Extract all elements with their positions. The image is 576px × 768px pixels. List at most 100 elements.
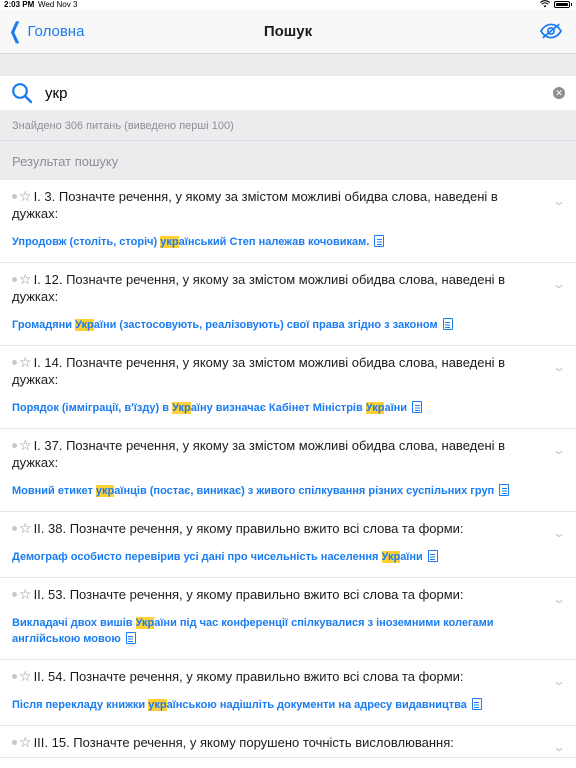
answer-text[interactable]: Упродовж (століть, сторіч) український С… [12, 234, 540, 250]
chevron-down-icon[interactable]: ⌄ [552, 194, 566, 208]
status-date: Wed Nov 3 [38, 0, 78, 9]
search-highlight: Укр [135, 617, 155, 629]
question-text: ☆ I. 12. Позначте речення, у якому за змі… [12, 271, 540, 305]
bullet-icon [12, 360, 17, 366]
list-item[interactable]: ☆ III. 15. Позначте речення, у якому пору… [0, 726, 576, 758]
search-bar: ✕ [0, 76, 576, 110]
chevron-down-icon[interactable]: ⌄ [552, 277, 566, 291]
results-count: Знайдено 306 питань (виведено перші 100) [0, 110, 576, 140]
question-text: ☆ II. 53. Позначте речення, у якому прави… [12, 586, 540, 603]
battery-tip [570, 2, 572, 6]
bullet-icon [12, 740, 17, 746]
answer-segment: аїни [384, 402, 408, 414]
search-area: ✕ Знайдено 306 питань (виведено перші 10… [0, 54, 576, 180]
question-label: II. 53. Позначте речення, у якому правил… [33, 587, 464, 602]
question-label: III. 15. Позначте речення, у якому поруш… [33, 735, 454, 750]
question-text: ☆ I. 3. Позначте речення, у якому за зміс… [12, 188, 540, 222]
star-icon[interactable]: ☆ [19, 437, 32, 453]
chevron-down-icon[interactable]: ⌄ [552, 360, 566, 374]
question-label: II. 38. Позначте речення, у якому правил… [33, 521, 464, 536]
document-icon[interactable] [499, 484, 510, 496]
answer-segment: аїну визначає Кабінет Міністрів [190, 402, 366, 414]
question-label: II. 54. Позначте речення, у якому правил… [33, 669, 464, 684]
search-highlight: укр [148, 699, 167, 711]
bullet-icon [12, 674, 17, 680]
status-bar: 2:03 PM Wed Nov 3 [0, 0, 576, 10]
question-text: ☆ I. 14. Позначте речення, у якому за змі… [12, 354, 540, 388]
list-item[interactable]: ☆ II. 54. Позначте речення, у якому прави… [0, 660, 576, 726]
answer-segment: Упродовж (століть, сторіч) [12, 236, 161, 248]
search-highlight: укр [95, 485, 115, 497]
document-icon[interactable] [442, 318, 453, 330]
answer-segment: аїнський Степ належав кочовикам. [178, 236, 370, 248]
answer-text[interactable]: Порядок (імміграції, в'їзду) в Україну в… [12, 400, 540, 416]
list-item[interactable]: ☆ I. 14. Позначте речення, у якому за змі… [0, 346, 576, 429]
results-list: ☆ I. 3. Позначте речення, у якому за зміс… [0, 180, 576, 758]
answer-segment: аїнців (постає, виникає) з живого спілку… [114, 485, 495, 497]
bullet-icon [12, 277, 17, 283]
clear-icon[interactable]: ✕ [553, 87, 565, 99]
list-item[interactable]: ☆ I. 3. Позначте речення, у якому за зміс… [0, 180, 576, 263]
question-text: ☆ II. 54. Позначте речення, у якому прави… [12, 668, 540, 685]
star-icon[interactable]: ☆ [19, 734, 32, 750]
question-label: I. 37. Позначте речення, у якому за зміс… [12, 438, 506, 470]
search-input[interactable] [45, 81, 525, 105]
navigation-bar: ❮ Головна Пошук [0, 10, 576, 54]
status-indicators [539, 0, 572, 8]
answer-text[interactable]: Викладачі двох вишів України під час кон… [12, 615, 540, 647]
chevron-down-icon[interactable]: ⌄ [552, 592, 566, 606]
chevron-down-icon[interactable]: ⌄ [552, 740, 566, 754]
answer-segment: аїнською надішліть документи на адресу в… [166, 699, 467, 711]
answer-segment: Порядок (імміграції, в'їзду) в [12, 402, 173, 414]
chevron-down-icon[interactable]: ⌄ [552, 443, 566, 457]
search-icon [12, 83, 33, 104]
page-title: Пошук [263, 23, 313, 40]
answer-segment: Викладачі двох вишів [12, 617, 136, 629]
section-header: Результат пошуку [0, 140, 576, 180]
search-highlight: Укр [381, 551, 401, 563]
star-icon[interactable]: ☆ [19, 586, 32, 602]
star-icon[interactable]: ☆ [19, 271, 32, 287]
question-text: ☆ II. 38. Позначте речення, у якому прави… [12, 520, 540, 537]
document-icon[interactable] [125, 632, 136, 644]
answer-text[interactable]: Після перекладу книжки українською надіш… [12, 697, 540, 713]
question-label: I. 3. Позначте речення, у якому за зміст… [12, 189, 498, 221]
list-item[interactable]: ☆ I. 37. Позначте речення, у якому за змі… [0, 429, 576, 512]
answer-segment: аїни (застосовують, реалізовують) свої п… [93, 319, 438, 331]
star-icon[interactable]: ☆ [19, 354, 32, 370]
answer-text[interactable]: Демограф особисто перевірив усі дані про… [12, 549, 540, 565]
list-item[interactable]: ☆ II. 53. Позначте речення, у якому прави… [0, 578, 576, 660]
search-highlight: Укр [75, 319, 94, 331]
star-icon[interactable]: ☆ [19, 520, 32, 536]
answer-text[interactable]: Громадяни України (застосовують, реалізо… [12, 317, 540, 333]
wifi-icon [539, 0, 550, 8]
bullet-icon [12, 526, 17, 532]
document-icon[interactable] [471, 698, 482, 710]
bullet-icon [12, 194, 17, 200]
eye-icon[interactable] [540, 22, 562, 40]
star-icon[interactable]: ☆ [19, 668, 32, 684]
list-item[interactable]: ☆ I. 12. Позначте речення, у якому за змі… [0, 263, 576, 346]
document-icon[interactable] [412, 401, 423, 413]
answer-segment: аїни [400, 551, 423, 563]
star-icon[interactable]: ☆ [19, 188, 32, 204]
answer-segment: Громадяни [12, 319, 76, 331]
status-time: 2:03 PM [4, 0, 35, 9]
search-highlight: Укр [365, 402, 385, 414]
question-label: I. 14. Позначте речення, у якому за зміс… [12, 355, 506, 387]
answer-segment: Після перекладу книжки [12, 699, 149, 711]
chevron-down-icon[interactable]: ⌄ [552, 526, 566, 540]
document-icon[interactable] [427, 550, 438, 562]
question-text: ☆ III. 15. Позначте речення, у якому пору… [12, 734, 540, 751]
list-item[interactable]: ☆ II. 38. Позначте речення, у якому прави… [0, 512, 576, 578]
bullet-icon [12, 443, 17, 449]
search-highlight: Укр [172, 402, 191, 414]
answer-text[interactable]: Мовний етикет українців (постає, виникає… [12, 483, 540, 499]
battery-icon [553, 0, 570, 8]
answer-segment: Демограф особисто перевірив усі дані про… [12, 551, 382, 563]
search-highlight: укр [160, 236, 179, 248]
question-text: ☆ I. 37. Позначте речення, у якому за змі… [12, 437, 540, 471]
answer-segment: Мовний етикет [12, 485, 96, 497]
document-icon[interactable] [374, 235, 385, 247]
chevron-down-icon[interactable]: ⌄ [552, 674, 566, 688]
